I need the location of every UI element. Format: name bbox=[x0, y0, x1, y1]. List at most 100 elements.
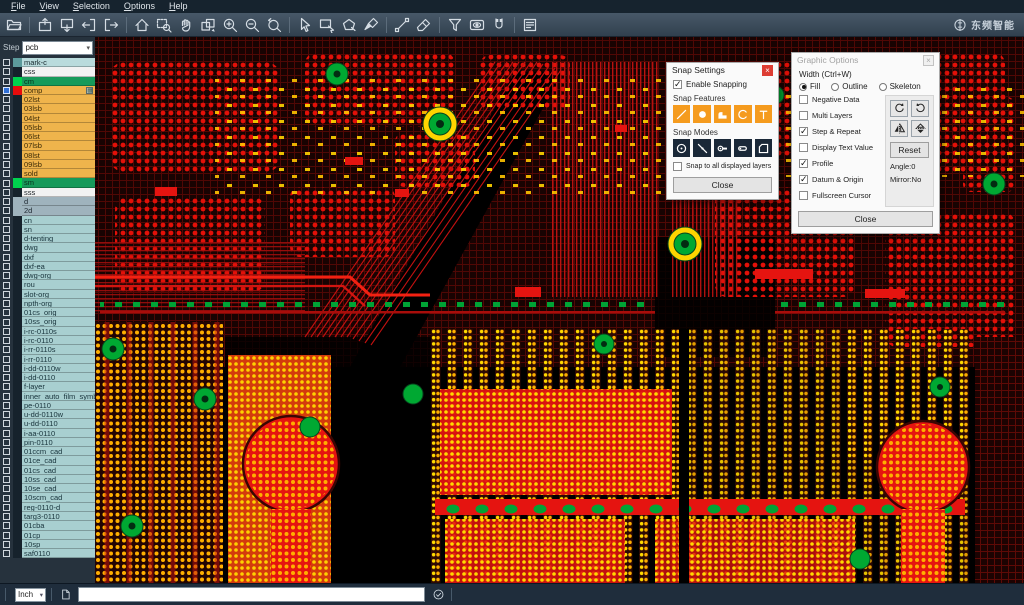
layer-visibility-checkbox[interactable] bbox=[3, 430, 10, 437]
layer-visibility-checkbox[interactable] bbox=[3, 319, 10, 326]
rotate-ccw-icon[interactable] bbox=[911, 100, 929, 117]
select-rectangle-icon[interactable] bbox=[316, 15, 338, 35]
layer-visibility-checkbox[interactable] bbox=[3, 68, 10, 75]
layer-row-i-rc-0110[interactable]: i-rc-0110 bbox=[0, 336, 95, 345]
snap-feature-arc-icon[interactable] bbox=[734, 105, 751, 123]
layer-visibility-checkbox[interactable] bbox=[3, 309, 10, 316]
layer-row-mark-c[interactable]: mark-c bbox=[0, 58, 95, 67]
layer-visibility-checkbox[interactable] bbox=[3, 402, 10, 409]
layer-row-i-dd-0110[interactable]: i-dd-0110 bbox=[0, 373, 95, 382]
step-select[interactable]: pcb ▾ bbox=[22, 41, 93, 55]
layer-visibility-checkbox[interactable] bbox=[3, 495, 10, 502]
layer-row-sold[interactable]: sold bbox=[0, 169, 95, 178]
layer-row-01cs_cad[interactable]: 01cs_cad bbox=[0, 466, 95, 475]
apply-check-icon[interactable] bbox=[430, 587, 446, 603]
layer-visibility-checkbox[interactable] bbox=[3, 161, 10, 168]
export-file-icon[interactable] bbox=[56, 15, 78, 35]
layer-row-css[interactable]: css bbox=[0, 67, 95, 76]
select-cursor-icon[interactable] bbox=[294, 15, 316, 35]
layer-row-i-rr-0110s[interactable]: i-rr-0110s bbox=[0, 345, 95, 354]
snap-feature-pad-icon[interactable] bbox=[693, 105, 710, 123]
radio-outline[interactable]: Outline bbox=[831, 82, 867, 91]
layer-row-saf0110[interactable]: saf0110 bbox=[0, 549, 95, 558]
layer-visibility-checkbox[interactable] bbox=[3, 87, 10, 94]
layer-visibility-checkbox[interactable] bbox=[3, 476, 10, 483]
layer-visibility-checkbox[interactable] bbox=[3, 458, 10, 465]
layer-visibility-checkbox[interactable] bbox=[3, 356, 10, 363]
layer-row-01ccm_cad[interactable]: 01ccm_cad bbox=[0, 447, 95, 456]
new-file-icon[interactable] bbox=[57, 587, 73, 603]
layer-row-reg-0110-d[interactable]: reg-0110-d bbox=[0, 503, 95, 512]
layer-visibility-checkbox[interactable] bbox=[3, 393, 10, 400]
checkbox-negative-data[interactable]: Negative Data bbox=[799, 95, 883, 104]
layer-visibility-checkbox[interactable] bbox=[3, 143, 10, 150]
checkbox-multi-layers[interactable]: Multi Layers bbox=[799, 111, 883, 120]
layer-row-rou[interactable]: rou bbox=[0, 280, 95, 289]
layer-visibility-checkbox[interactable] bbox=[3, 235, 10, 242]
layer-visibility-checkbox[interactable] bbox=[3, 263, 10, 270]
snap-mode-intersection-icon[interactable] bbox=[693, 139, 710, 157]
layer-visibility-checkbox[interactable] bbox=[3, 254, 10, 261]
layer-row-sn[interactable]: sn bbox=[0, 225, 95, 234]
enable-snapping-checkbox[interactable]: Enable Snapping bbox=[673, 80, 772, 89]
display-options-icon[interactable] bbox=[466, 15, 488, 35]
snap-magnet-icon[interactable] bbox=[488, 15, 510, 35]
layer-row-i-rr-0110[interactable]: i-rr-0110 bbox=[0, 355, 95, 364]
snap-feature-line-icon[interactable] bbox=[673, 105, 690, 123]
zoom-previous-icon[interactable] bbox=[263, 15, 285, 35]
layer-visibility-checkbox[interactable] bbox=[3, 282, 10, 289]
layer-visibility-checkbox[interactable] bbox=[3, 337, 10, 344]
layer-visibility-checkbox[interactable] bbox=[3, 180, 10, 187]
layer-row-dxf[interactable]: dxf bbox=[0, 253, 95, 262]
snap-dialog-titlebar[interactable]: Snap Settings × bbox=[667, 63, 778, 77]
radio-skeleton[interactable]: Skeleton bbox=[879, 82, 921, 91]
menu-selection[interactable]: Selection bbox=[66, 0, 117, 13]
filter-icon[interactable] bbox=[444, 15, 466, 35]
snap-all-layers-checkbox[interactable]: Snap to all displayed layers bbox=[673, 162, 772, 171]
graphic-dialog-titlebar[interactable]: Graphic Options × bbox=[792, 53, 939, 67]
snap-close-button[interactable]: Close bbox=[673, 177, 772, 193]
layer-row-06lst[interactable]: 06lst bbox=[0, 132, 95, 141]
layer-row-npth-org[interactable]: npth-org bbox=[0, 299, 95, 308]
layer-visibility-checkbox[interactable] bbox=[3, 207, 10, 214]
checkbox-datum-origin[interactable]: Datum & Origin bbox=[799, 175, 883, 184]
layer-row-sss[interactable]: sss bbox=[0, 188, 95, 197]
layer-row-f-layer[interactable]: f-layer bbox=[0, 382, 95, 391]
layer-row-10ss_orig[interactable]: 10ss_orig bbox=[0, 317, 95, 326]
layer-visibility-checkbox[interactable] bbox=[3, 226, 10, 233]
layer-visibility-checkbox[interactable] bbox=[3, 439, 10, 446]
layer-row-dwg-org[interactable]: dwg-org bbox=[0, 271, 95, 280]
layer-visibility-checkbox[interactable] bbox=[3, 485, 10, 492]
layer-visibility-checkbox[interactable] bbox=[3, 272, 10, 279]
highlight-brush-icon[interactable] bbox=[360, 15, 382, 35]
measure-eraser-icon[interactable] bbox=[413, 15, 435, 35]
layer-row-08lst[interactable]: 08lst bbox=[0, 151, 95, 160]
close-icon[interactable]: × bbox=[762, 65, 773, 76]
layer-row-cm[interactable]: cm bbox=[0, 77, 95, 86]
layer-row-slot-org[interactable]: slot-org bbox=[0, 290, 95, 299]
layer-row-10se_cad[interactable]: 10se_cad bbox=[0, 484, 95, 493]
layer-visibility-checkbox[interactable] bbox=[3, 105, 10, 112]
layer-visibility-checkbox[interactable] bbox=[3, 133, 10, 140]
layer-visibility-checkbox[interactable] bbox=[3, 328, 10, 335]
layer-visibility-checkbox[interactable] bbox=[3, 374, 10, 381]
layer-row-dwg[interactable]: dwg bbox=[0, 243, 95, 252]
layer-visibility-checkbox[interactable] bbox=[3, 170, 10, 177]
layer-visibility-checkbox[interactable] bbox=[3, 365, 10, 372]
layer-row-u-dd-0110w[interactable]: u-dd-0110w bbox=[0, 410, 95, 419]
mirror-horizontal-icon[interactable] bbox=[890, 120, 908, 137]
menu-help[interactable]: Help bbox=[162, 0, 195, 13]
layer-row-dxf-ea[interactable]: dxf-ea bbox=[0, 262, 95, 271]
layer-row-i-dd-0110w[interactable]: i-dd-0110w bbox=[0, 364, 95, 373]
layer-row-10ss_cad[interactable]: 10ss_cad bbox=[0, 475, 95, 484]
layer-visibility-checkbox[interactable] bbox=[3, 189, 10, 196]
layer-row-i-aa-0110[interactable]: i-aa-0110 bbox=[0, 429, 95, 438]
layer-visibility-checkbox[interactable] bbox=[3, 300, 10, 307]
layer-visibility-checkbox[interactable] bbox=[3, 78, 10, 85]
layer-visibility-checkbox[interactable] bbox=[3, 96, 10, 103]
unit-select[interactable]: Inch ▾ bbox=[15, 588, 46, 602]
layer-row-u-dd-0110[interactable]: u-dd-0110 bbox=[0, 419, 95, 428]
layer-row-pe-0110[interactable]: pe-0110 bbox=[0, 401, 95, 410]
layer-row-10sp[interactable]: 10sp bbox=[0, 540, 95, 549]
snap-feature-surface-icon[interactable] bbox=[714, 105, 731, 123]
